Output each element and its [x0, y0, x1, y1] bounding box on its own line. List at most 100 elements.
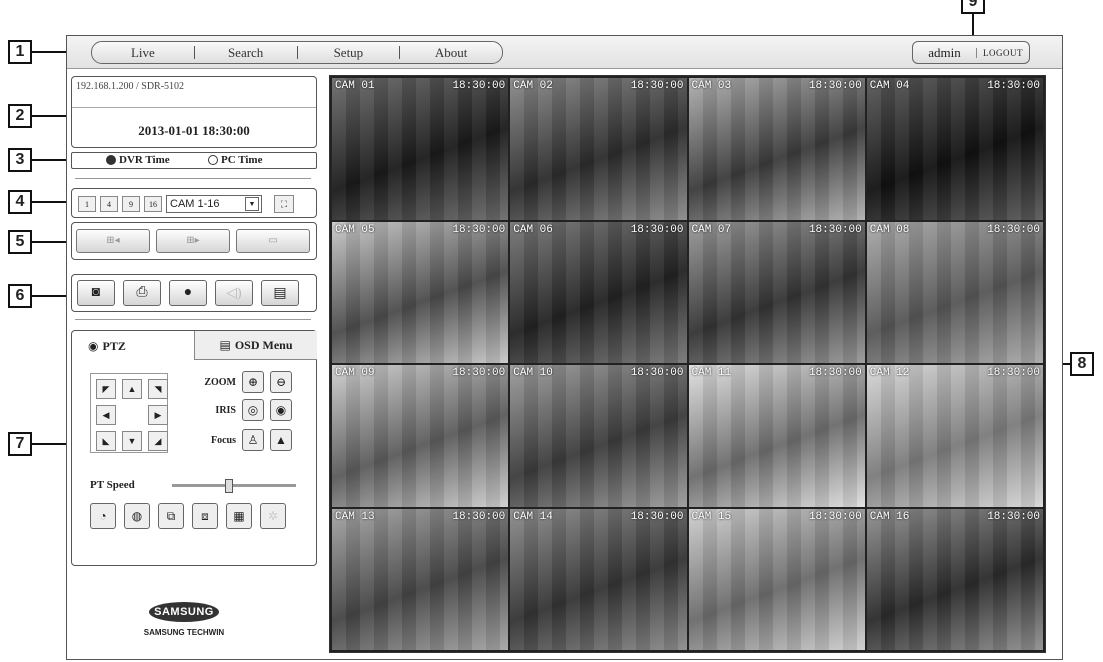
menu-about[interactable]: About: [400, 45, 502, 61]
tilt-up-button[interactable]: ▲: [122, 379, 142, 399]
dvr-time-option[interactable]: DVR Time: [106, 154, 170, 166]
tab-ptz[interactable]: ◉ PTZ: [72, 331, 194, 361]
camera-label: CAM 11: [691, 367, 732, 379]
iris-open-button[interactable]: ◎: [242, 399, 264, 421]
camera-video-feed: [688, 78, 865, 220]
pan-up-left-button[interactable]: ◤: [96, 379, 116, 399]
camera-tile[interactable]: CAM 04 18:30:00: [866, 78, 1043, 220]
record-button[interactable]: ●: [169, 280, 207, 306]
camera-timestamp: 18:30:00: [808, 223, 862, 236]
fullscreen-button[interactable]: ⛶: [274, 195, 294, 213]
radio-selected-icon[interactable]: [106, 155, 116, 165]
iris-close-icon: ◉: [275, 402, 287, 417]
preset-button[interactable]: ◔: [90, 503, 116, 529]
pan-left-button[interactable]: ◀: [96, 405, 116, 425]
tab-osd-menu[interactable]: ▤ OSD Menu: [194, 331, 317, 360]
pan-down-left-button[interactable]: ◣: [96, 431, 116, 451]
tilt-down-button[interactable]: ▼: [122, 431, 142, 451]
camera-timestamp: 18:30:00: [452, 223, 506, 236]
capture-button[interactable]: ◙: [77, 280, 115, 306]
dropdown-arrow-icon[interactable]: ▼: [245, 197, 259, 211]
focus-near-button[interactable]: ♙: [242, 429, 264, 451]
split-4-button[interactable]: 4: [100, 196, 118, 212]
menu-search[interactable]: Search: [195, 45, 297, 61]
camera-select[interactable]: CAM 1-16 ▼: [166, 195, 262, 213]
camera-label: CAM 04: [869, 80, 910, 92]
callout-7: 7: [8, 432, 32, 456]
menu-live[interactable]: Live: [92, 45, 194, 61]
pan-right-button[interactable]: ▶: [148, 405, 168, 425]
camera-timestamp: 18:30:00: [630, 367, 684, 379]
focus-near-icon: ♙: [247, 432, 259, 447]
camera-video-feed: [866, 78, 1043, 220]
camera-tile[interactable]: CAM 14 18:30:00: [510, 508, 687, 650]
camera-tile[interactable]: CAM 05 18:30:00: [332, 221, 509, 363]
callout-8: 8: [1070, 352, 1094, 376]
split-16-button[interactable]: 16: [144, 196, 162, 212]
camera-tile[interactable]: CAM 06 18:30:00: [510, 221, 687, 363]
iris-close-button[interactable]: ◉: [270, 399, 292, 421]
camera-label: CAM 12: [869, 367, 910, 379]
print-button[interactable]: ⎙: [123, 280, 161, 306]
menu-setup[interactable]: Setup: [298, 45, 400, 61]
sequence-button[interactable]: ▭: [236, 229, 310, 253]
camera-timestamp: 18:30:00: [808, 510, 862, 523]
tab-osd-label: OSD Menu: [234, 337, 293, 352]
previous-group-button[interactable]: ⊞◂: [76, 229, 150, 253]
camera-tile[interactable]: CAM 03 18:30:00: [688, 78, 865, 220]
camera-tile[interactable]: CAM 15 18:30:00: [688, 508, 865, 650]
tour-button[interactable]: ⧈: [192, 503, 218, 529]
callout-6: 6: [8, 284, 32, 308]
camera-video-feed: [510, 508, 687, 650]
zoom-in-button[interactable]: ⊕: [242, 371, 264, 393]
camera-tile[interactable]: CAM 10 18:30:00: [510, 365, 687, 507]
camera-timestamp: 18:30:00: [987, 367, 1040, 379]
camera-tile[interactable]: CAM 02 18:30:00: [510, 78, 687, 220]
camera-label: CAM 02: [513, 80, 553, 92]
radio-unselected-icon[interactable]: [208, 155, 218, 165]
camera-video-feed: [688, 365, 865, 507]
camera-label: CAM 07: [691, 223, 732, 236]
group-button[interactable]: ⧉: [158, 503, 184, 529]
alarm-output-button[interactable]: ▤: [261, 280, 299, 306]
camera-tile[interactable]: CAM 11 18:30:00: [688, 365, 865, 507]
osd-menu-icon: ▤: [219, 337, 231, 352]
camera-tile[interactable]: CAM 07 18:30:00: [688, 221, 865, 363]
pt-speed-slider[interactable]: [172, 479, 296, 493]
pc-time-option[interactable]: PC Time: [208, 154, 262, 166]
dvr-time-label: DVR Time: [119, 154, 170, 166]
zoom-out-button[interactable]: ⊖: [270, 371, 292, 393]
grid-prev-icon: ⊞◂: [106, 235, 120, 246]
samsung-techwin-text: SAMSUNG TECHWIN: [143, 628, 225, 637]
audio-button[interactable]: ◁): [215, 280, 253, 306]
split-9-button[interactable]: 9: [122, 196, 140, 212]
trace-button[interactable]: ▦: [226, 503, 252, 529]
pt-speed-thumb[interactable]: [224, 479, 233, 493]
camera-timestamp: 18:30:00: [630, 223, 684, 236]
camera-timestamp: 18:30:00: [630, 510, 684, 523]
camera-tile[interactable]: CAM 13 18:30:00: [332, 508, 509, 650]
split-1-button[interactable]: 1: [78, 196, 96, 212]
camera-label: CAM 08: [869, 223, 910, 236]
callout-3: 3: [8, 148, 32, 172]
auto-pan-button[interactable]: ✲: [260, 503, 286, 529]
camera-tile[interactable]: CAM 16 18:30:00: [866, 508, 1043, 650]
camera-tile[interactable]: CAM 12 18:30:00: [866, 365, 1043, 507]
camera-timestamp: 18:30:00: [452, 510, 506, 523]
camera-label: CAM 13: [335, 510, 375, 523]
swing-button[interactable]: ◍: [124, 503, 150, 529]
device-datetime: 2013-01-01 18:30:00: [138, 123, 250, 138]
camera-tile[interactable]: CAM 09 18:30:00: [332, 365, 509, 507]
device-info-panel: 192.168.1.200 / SDR-5102 2013-01-01 18:3…: [71, 76, 317, 148]
layout-panel: 1 4 9 16 CAM 1-16 ▼ ⛶: [71, 188, 317, 218]
next-group-button[interactable]: ⊞▸: [156, 229, 230, 253]
pan-up-right-button[interactable]: ◥: [148, 379, 168, 399]
camera-tile[interactable]: CAM 01 18:30:00: [332, 78, 509, 220]
logout-button[interactable]: LOGOUT: [976, 47, 1029, 58]
focus-far-button[interactable]: ▲: [270, 429, 292, 451]
camera-tile[interactable]: CAM 08 18:30:00: [866, 221, 1043, 363]
pan-down-right-button[interactable]: ◢: [148, 431, 168, 451]
camera-timestamp: 18:30:00: [452, 367, 506, 379]
camera-grid: CAM 01 18:30:00 CAM 02 18:30:00 CAM 03 18:30:…: [329, 75, 1046, 653]
callout-5: 5: [8, 230, 32, 254]
